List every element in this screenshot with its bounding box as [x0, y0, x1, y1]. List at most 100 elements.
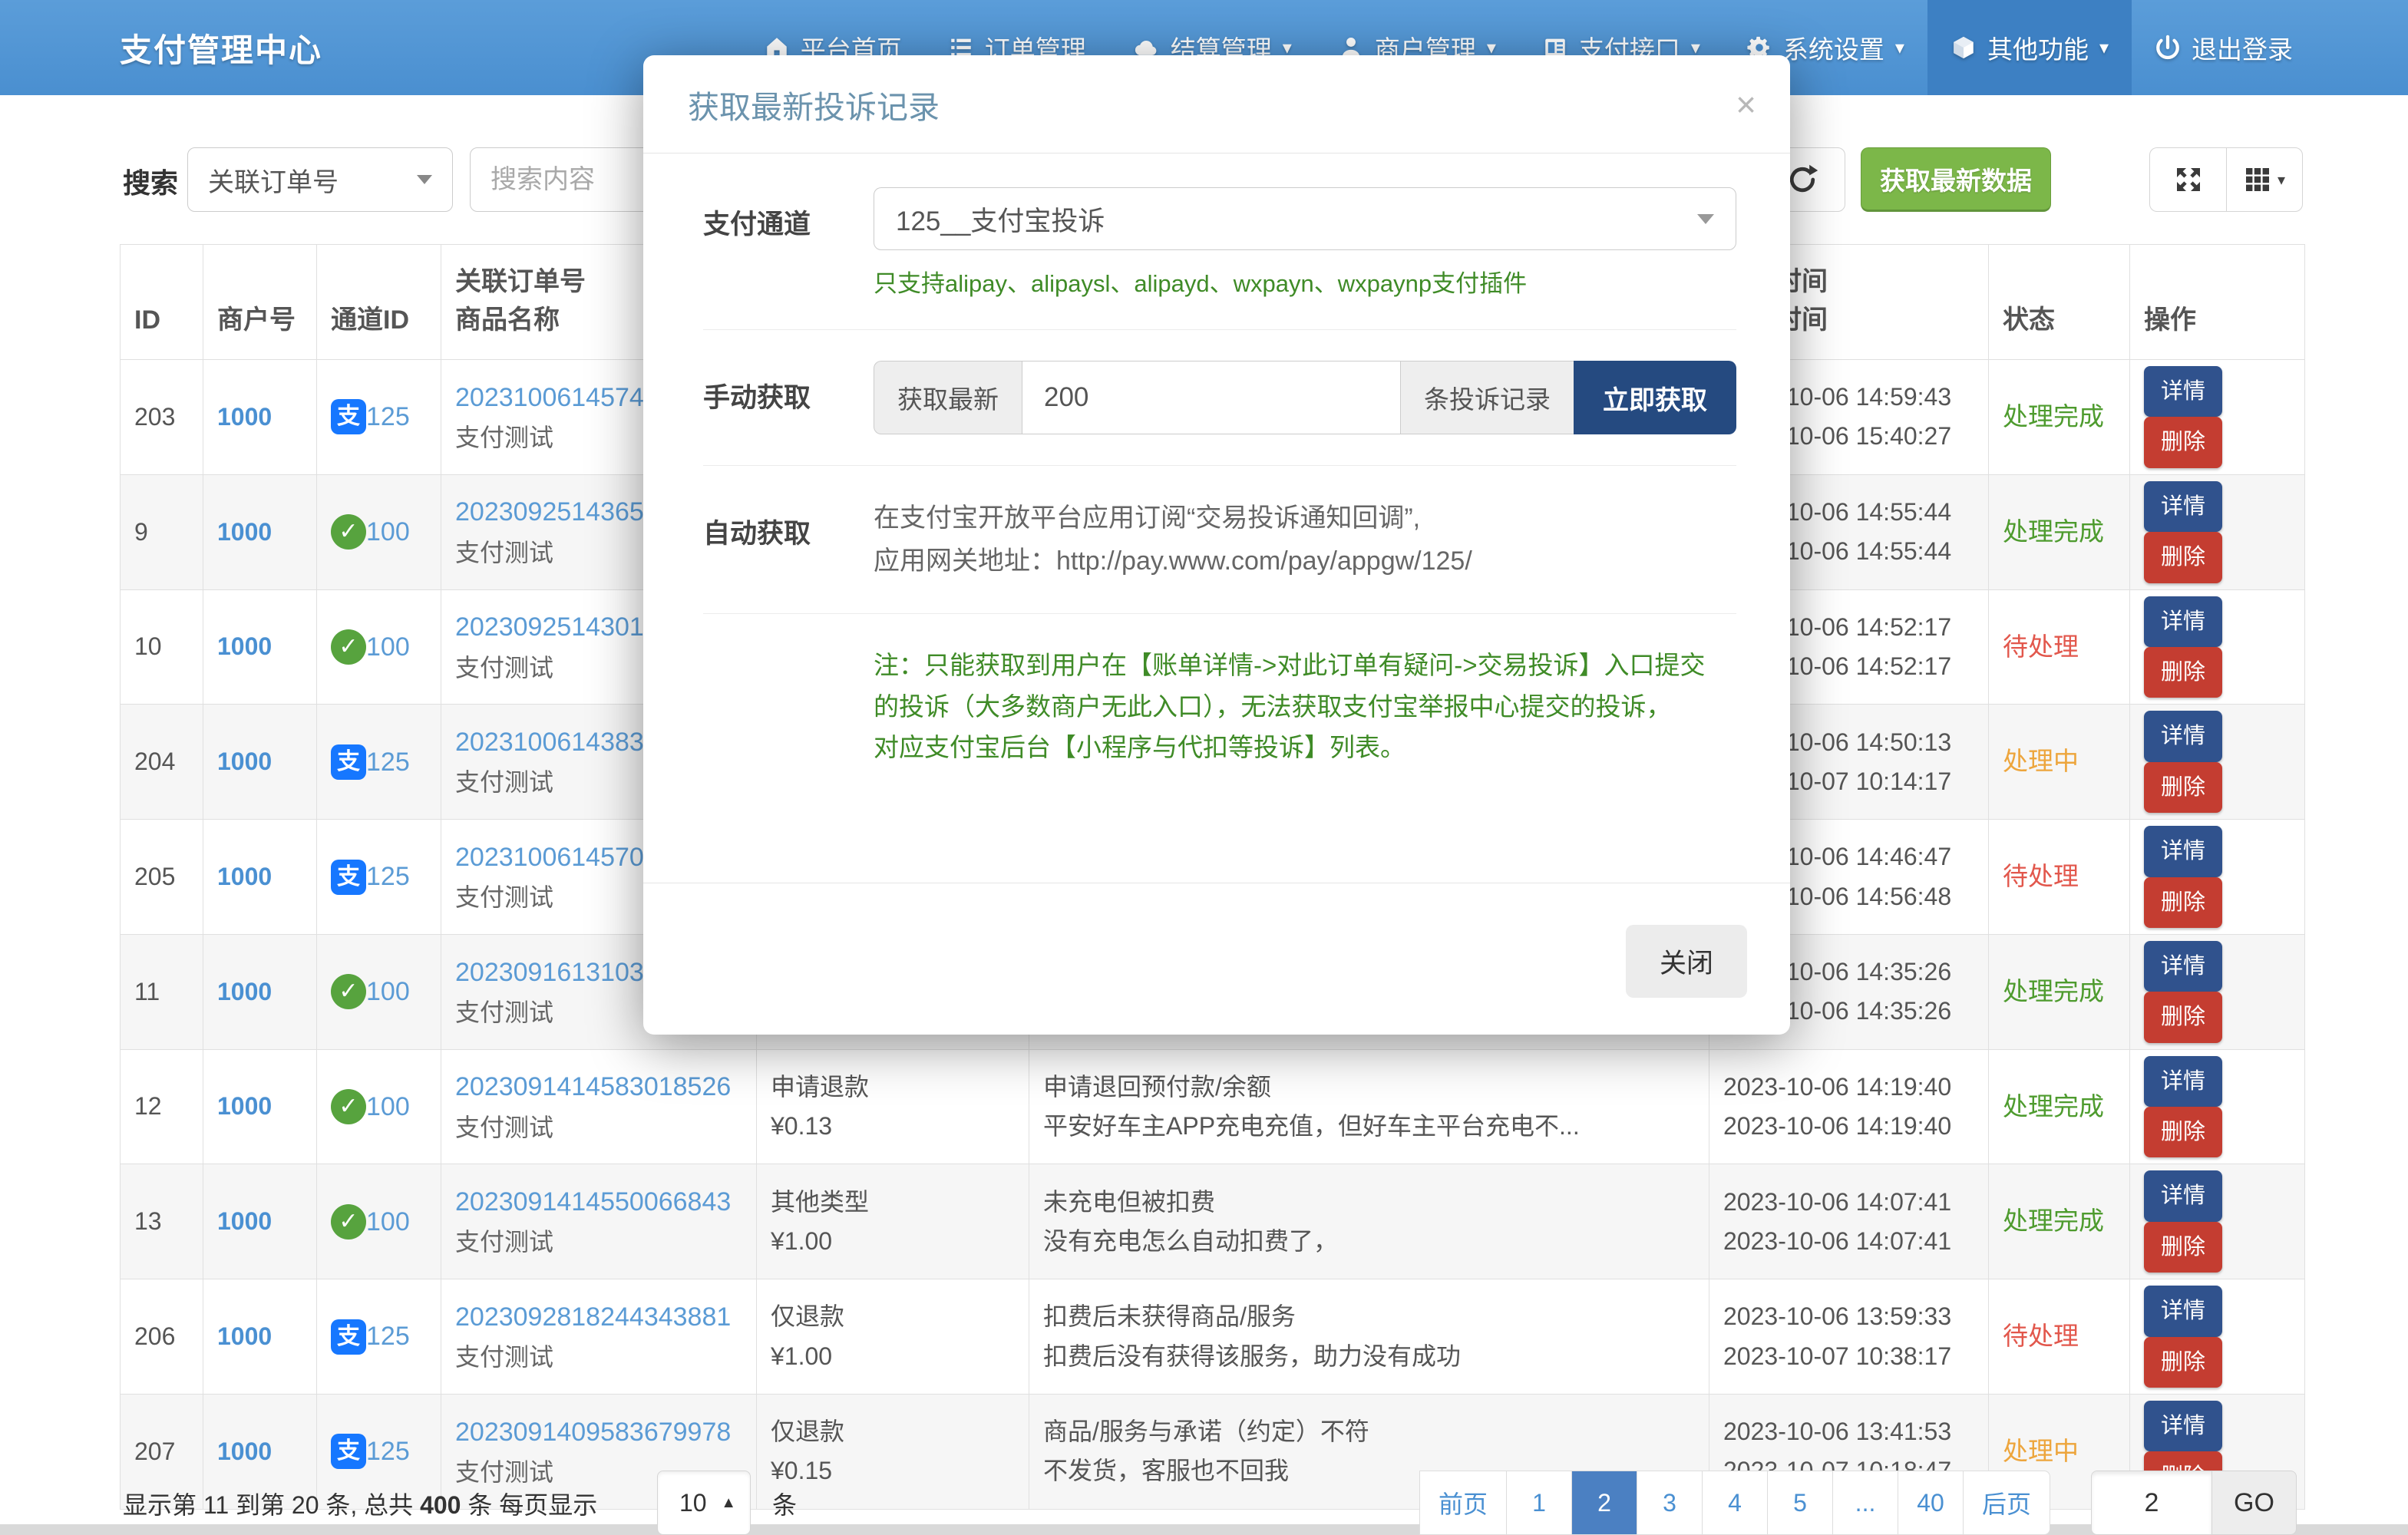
- manual-fetch-label: 手动获取: [703, 361, 874, 434]
- merchant-link[interactable]: 1000: [217, 1092, 272, 1120]
- detail-button[interactable]: 详情: [2144, 596, 2222, 647]
- fetch-latest-data-button[interactable]: 获取最新数据: [1861, 147, 2051, 212]
- status-badge: 处理中: [2003, 1437, 2079, 1465]
- detail-button[interactable]: 详情: [2144, 1286, 2222, 1336]
- channel-label: 支付通道: [703, 187, 874, 299]
- delete-button[interactable]: 删除: [2144, 417, 2222, 467]
- detail-button[interactable]: 详情: [2144, 711, 2222, 761]
- cell-merchant: 1000: [203, 1279, 317, 1395]
- auto-fetch-label: 自动获取: [703, 497, 874, 583]
- page-button[interactable]: 1: [1506, 1471, 1572, 1535]
- columns-button[interactable]: ▾: [2226, 147, 2303, 212]
- order-link[interactable]: 2023091414583018526: [455, 1072, 731, 1101]
- order-link[interactable]: 20230925143012: [455, 612, 659, 642]
- create-time: 2023-10-06 14:19:40: [1723, 1068, 1974, 1107]
- cell-actions: 详情 删除: [2130, 1164, 2305, 1279]
- delete-button[interactable]: 删除: [2144, 992, 2222, 1042]
- cell-id: 12: [121, 1049, 203, 1164]
- status-badge: 处理中: [2003, 747, 2079, 775]
- order-link[interactable]: 20231006145747: [455, 383, 659, 412]
- detail-button[interactable]: 详情: [2144, 366, 2222, 417]
- channel-id: 125: [366, 1431, 410, 1472]
- cell-id: 9: [121, 474, 203, 589]
- delete-button[interactable]: 删除: [2144, 1337, 2222, 1388]
- merchant-link[interactable]: 1000: [217, 1438, 272, 1465]
- page-button[interactable]: ...: [1832, 1471, 1898, 1535]
- detail-button[interactable]: 详情: [2144, 826, 2222, 876]
- order-link[interactable]: 20230916131038: [455, 958, 659, 987]
- page-button[interactable]: 2: [1571, 1471, 1637, 1535]
- page-button[interactable]: 40: [1898, 1471, 1964, 1535]
- delete-button[interactable]: 删除: [2144, 1107, 2222, 1157]
- merchant-link[interactable]: 1000: [217, 1207, 272, 1235]
- order-link[interactable]: 2023091414550066843: [455, 1187, 731, 1216]
- detail-button[interactable]: 详情: [2144, 1170, 2222, 1221]
- divider: [703, 465, 1736, 466]
- fullscreen-button[interactable]: [2149, 147, 2226, 212]
- detail-button[interactable]: 详情: [2144, 941, 2222, 992]
- channel-row: 支付通道 125__支付宝投诉 只支持alipay、alipaysl、alipa…: [703, 187, 1736, 299]
- merchant-link[interactable]: 1000: [217, 748, 272, 775]
- cell-actions: 详情 删除: [2130, 589, 2305, 705]
- page-button[interactable]: 前页: [1419, 1471, 1507, 1535]
- channel-icon: ✓: [331, 1089, 366, 1124]
- cell-merchant: 1000: [203, 589, 317, 705]
- cell-id: 10: [121, 589, 203, 705]
- order-link[interactable]: 20230925143654: [455, 497, 659, 527]
- delete-button[interactable]: 删除: [2144, 877, 2222, 928]
- fetch-count-input[interactable]: [1022, 361, 1401, 434]
- order-link[interactable]: 2023092818244343881: [455, 1302, 731, 1332]
- create-time: 2023-10-06 13:41:53: [1723, 1412, 1974, 1451]
- merchant-link[interactable]: 1000: [217, 863, 272, 890]
- fetch-now-button[interactable]: 立即获取: [1574, 361, 1736, 434]
- order-link[interactable]: 20231006143837: [455, 728, 659, 757]
- merchant-link[interactable]: 1000: [217, 1322, 272, 1350]
- dialog-title: 获取最新投诉记录: [688, 81, 940, 127]
- delete-button[interactable]: 删除: [2144, 1222, 2222, 1273]
- page-button[interactable]: 4: [1702, 1471, 1768, 1535]
- chevron-down-icon: [1697, 214, 1714, 224]
- merchant-link[interactable]: 1000: [217, 632, 272, 660]
- detail-button[interactable]: 详情: [2144, 481, 2222, 532]
- create-time: 2023-10-06 14:07:41: [1723, 1183, 1974, 1222]
- status-badge: 处理完成: [2003, 402, 2104, 431]
- cell-content: 未充电但被扣费 没有充电怎么自动扣费了，: [1029, 1164, 1709, 1279]
- page-button[interactable]: 5: [1767, 1471, 1833, 1535]
- nav-item-other-functions[interactable]: 其他功能 ▾: [1927, 0, 2132, 95]
- cell-content: 申请退回预付款/余额 平安好车主APP充电充值，但好车主平台充电不...: [1029, 1049, 1709, 1164]
- merchant-link[interactable]: 1000: [217, 518, 272, 546]
- cube-icon: [1951, 35, 1977, 61]
- table-tools: ▾: [2149, 147, 2303, 212]
- divider: [703, 613, 1736, 614]
- page-size-select[interactable]: 10 ▲: [657, 1471, 751, 1535]
- order-link[interactable]: 2023091409583679978: [455, 1418, 731, 1447]
- nav-item-logout[interactable]: 退出登录: [2132, 0, 2316, 95]
- page-button[interactable]: 3: [1637, 1471, 1703, 1535]
- goto-page-input[interactable]: [2091, 1471, 2212, 1535]
- close-icon[interactable]: ×: [1736, 87, 1756, 122]
- page-button[interactable]: 后页: [1963, 1471, 2050, 1535]
- header-id: ID: [121, 245, 203, 360]
- search-field-select[interactable]: 关联订单号: [187, 147, 453, 212]
- detail-button[interactable]: 详情: [2144, 1056, 2222, 1107]
- merchant-link[interactable]: 1000: [217, 403, 272, 431]
- cell-id: 205: [121, 820, 203, 935]
- detail-button[interactable]: 详情: [2144, 1401, 2222, 1451]
- auto-fetch-line1: 在支付宝开放平台应用订阅“交易投诉通知回调”,: [874, 497, 1736, 540]
- channel-icon: 支: [331, 860, 366, 895]
- payment-channel-select[interactable]: 125__支付宝投诉: [874, 187, 1736, 250]
- order-link[interactable]: 20231006145700: [455, 843, 659, 872]
- app-title: 支付管理中心: [120, 25, 322, 71]
- dialog-body: 支付通道 125__支付宝投诉 只支持alipay、alipaysl、alipa…: [643, 154, 1790, 768]
- dialog-footer: 关闭: [643, 883, 1790, 1035]
- search-label: 搜索: [123, 161, 178, 201]
- close-button[interactable]: 关闭: [1626, 925, 1747, 998]
- delete-button[interactable]: 删除: [2144, 647, 2222, 698]
- status-badge: 待处理: [2003, 862, 2079, 890]
- delete-button[interactable]: 删除: [2144, 762, 2222, 813]
- cell-order: 2023091414550066843 支付测试: [441, 1164, 757, 1279]
- go-button[interactable]: GO: [2212, 1471, 2297, 1535]
- delete-button[interactable]: 删除: [2144, 532, 2222, 583]
- merchant-link[interactable]: 1000: [217, 978, 272, 1005]
- cell-status: 待处理: [1989, 820, 2130, 935]
